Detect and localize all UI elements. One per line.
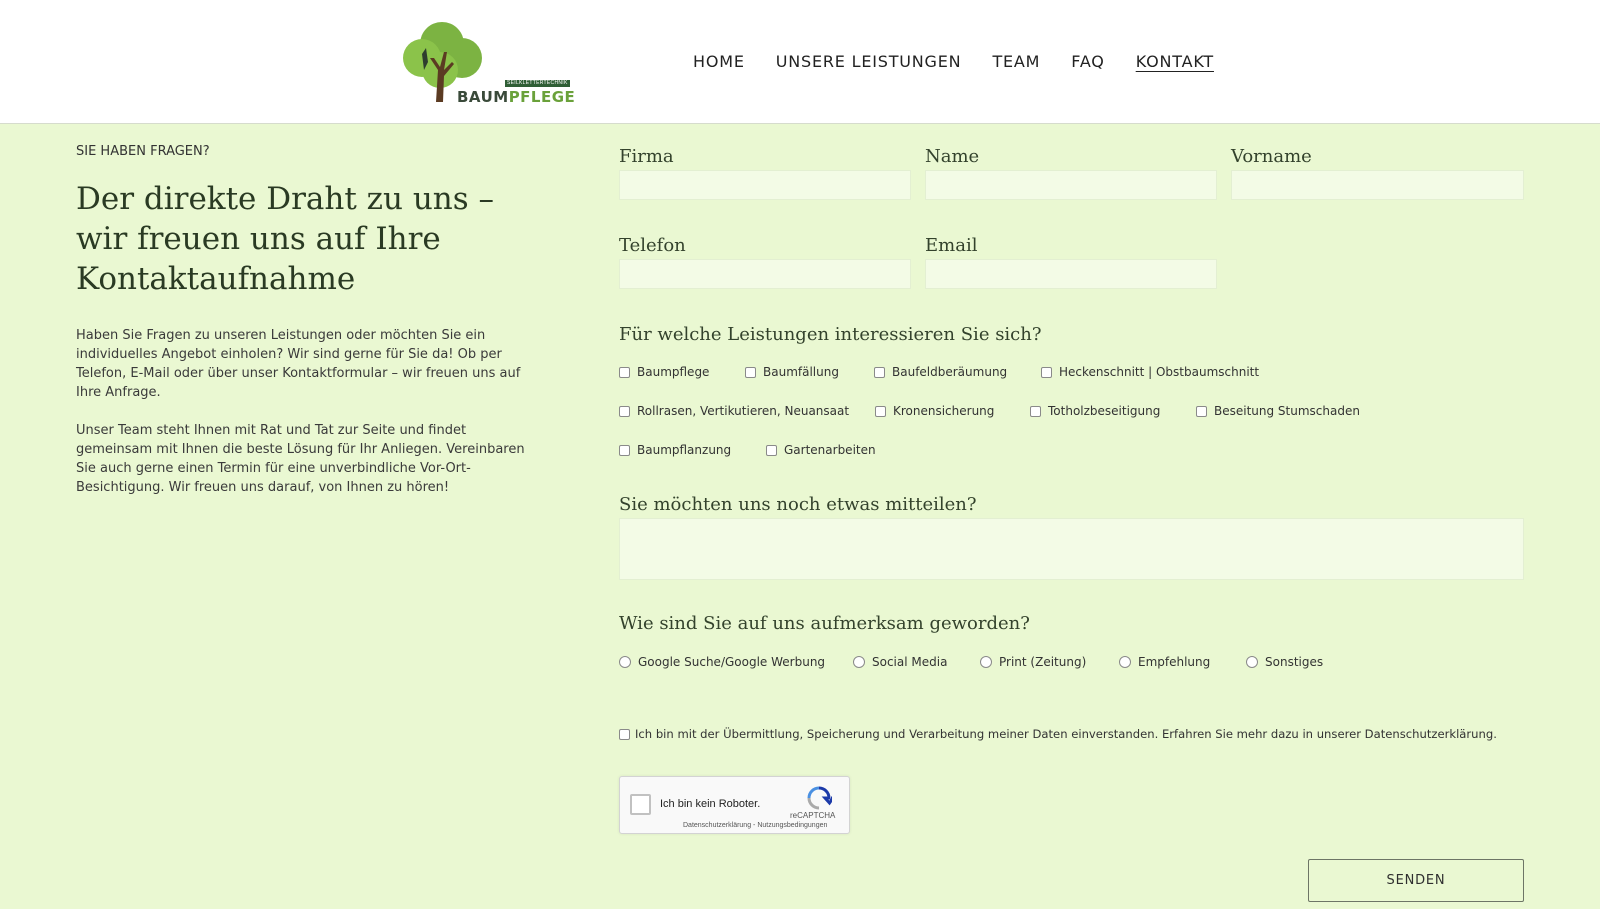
service-label: Gartenarbeiten bbox=[784, 443, 876, 457]
service-label: Baufeldberäumung bbox=[892, 365, 1008, 379]
intro-section: SIE HABEN FRAGEN? Der direkte Draht zu u… bbox=[76, 140, 546, 495]
checkbox[interactable] bbox=[619, 444, 630, 456]
source-label: Print (Zeitung) bbox=[999, 655, 1087, 669]
logo-tagline: SEILKLETTERTECHNIK bbox=[505, 80, 570, 87]
service-label: Beseitung Stumschaden bbox=[1214, 404, 1360, 418]
source-option[interactable]: Print (Zeitung) bbox=[980, 655, 1086, 669]
label-vorname: Vorname bbox=[1231, 146, 1312, 167]
service-label: Heckenschnitt | Obstbaumschnitt bbox=[1059, 365, 1260, 379]
radio-button[interactable] bbox=[1246, 656, 1258, 668]
vorname-input[interactable] bbox=[1231, 170, 1524, 200]
page-headline: Der direkte Draht zu uns – wir freuen un… bbox=[76, 181, 495, 297]
source-question: Wie sind Sie auf uns aufmerksam geworden… bbox=[619, 613, 1030, 634]
radio-button[interactable] bbox=[619, 656, 631, 668]
source-option[interactable]: Sonstiges bbox=[1246, 655, 1323, 669]
nav-team[interactable]: TEAM bbox=[992, 50, 1040, 74]
label-firma: Firma bbox=[619, 146, 674, 167]
source-label: Social Media bbox=[872, 655, 948, 669]
radio-button[interactable] bbox=[853, 656, 865, 668]
checkbox[interactable] bbox=[1041, 366, 1052, 378]
email-input[interactable] bbox=[925, 259, 1217, 289]
firma-input[interactable] bbox=[619, 170, 911, 200]
service-option[interactable]: Kronensicherung bbox=[875, 404, 994, 418]
recaptcha-widget: Ich bin kein Roboter. reCAPTCHA Datensch… bbox=[619, 776, 850, 834]
checkbox[interactable] bbox=[874, 366, 885, 378]
checkbox[interactable] bbox=[1030, 405, 1041, 417]
source-label: Sonstiges bbox=[1265, 655, 1324, 669]
service-label: Baumpflege bbox=[637, 365, 710, 379]
label-telefon: Telefon bbox=[619, 235, 686, 256]
service-label: Baumpflanzung bbox=[637, 443, 732, 457]
message-textarea[interactable] bbox=[619, 518, 1524, 580]
service-label: Baumfällung bbox=[763, 365, 839, 379]
checkbox[interactable] bbox=[766, 444, 777, 456]
site-header: SEILKLETTERTECHNIK BAUMPFLEGE HOME UNSER… bbox=[0, 0, 1600, 124]
service-option[interactable]: Beseitung Stumschaden bbox=[1196, 404, 1360, 418]
intro-paragraph-2: Unser Team steht Ihnen mit Rat und Tat z… bbox=[76, 423, 525, 495]
nav-home[interactable]: HOME bbox=[693, 50, 745, 74]
service-option[interactable]: Baufeldberäumung bbox=[874, 365, 1007, 379]
service-option[interactable]: Baumpflanzung bbox=[619, 443, 731, 457]
message-question: Sie möchten uns noch etwas mitteilen? bbox=[619, 494, 977, 515]
logo-word-baum: BAUM bbox=[457, 88, 509, 106]
eyebrow-text: SIE HABEN FRAGEN? bbox=[76, 144, 210, 159]
nav-faq[interactable]: FAQ bbox=[1071, 50, 1104, 74]
logo-wordmark: BAUMPFLEGE bbox=[457, 88, 575, 106]
consent-text: Ich bin mit der Übermittlung, Speicherun… bbox=[635, 727, 1497, 741]
source-label: Google Suche/Google Werbung bbox=[638, 655, 826, 669]
checkbox[interactable] bbox=[619, 405, 630, 417]
service-option[interactable]: Totholzbeseitigung bbox=[1030, 404, 1160, 418]
site-logo[interactable]: SEILKLETTERTECHNIK BAUMPFLEGE bbox=[400, 18, 575, 108]
services-question: Für welche Leistungen interessieren Sie … bbox=[619, 324, 1042, 345]
send-button[interactable]: SENDEN bbox=[1308, 859, 1524, 902]
recaptcha-logo-icon bbox=[807, 786, 832, 810]
service-option[interactable]: Heckenschnitt | Obstbaumschnitt bbox=[1041, 365, 1259, 379]
source-option[interactable]: Empfehlung bbox=[1119, 655, 1210, 669]
source-label: Empfehlung bbox=[1138, 655, 1211, 669]
service-option[interactable]: Baumpflege bbox=[619, 365, 709, 379]
recaptcha-links[interactable]: Datenschutzerklärung - Nutzungsbedingung… bbox=[683, 822, 827, 829]
radio-button[interactable] bbox=[1119, 656, 1131, 668]
source-option[interactable]: Social Media bbox=[853, 655, 947, 669]
service-label: Totholzbeseitigung bbox=[1048, 404, 1161, 418]
checkbox[interactable] bbox=[875, 405, 886, 417]
consent-checkbox[interactable] bbox=[619, 728, 630, 740]
service-option[interactable]: Rollrasen, Vertikutieren, Neuansaat bbox=[619, 404, 849, 418]
consent-option[interactable]: Ich bin mit der Übermittlung, Speicherun… bbox=[619, 727, 1497, 741]
nav-kontakt[interactable]: KONTAKT bbox=[1136, 50, 1214, 74]
checkbox[interactable] bbox=[745, 366, 756, 378]
nav-leistungen[interactable]: UNSERE LEISTUNGEN bbox=[776, 50, 962, 74]
service-label: Kronensicherung bbox=[893, 404, 995, 418]
radio-button[interactable] bbox=[980, 656, 992, 668]
service-option[interactable]: Gartenarbeiten bbox=[766, 443, 876, 457]
label-email: Email bbox=[925, 235, 978, 256]
intro-paragraph-1: Haben Sie Fragen zu unseren Leistungen o… bbox=[76, 328, 521, 400]
checkbox[interactable] bbox=[619, 366, 630, 378]
label-name: Name bbox=[925, 146, 980, 167]
checkbox[interactable] bbox=[1196, 405, 1207, 417]
recaptcha-checkbox[interactable] bbox=[630, 794, 651, 815]
source-option[interactable]: Google Suche/Google Werbung bbox=[619, 655, 825, 669]
service-label: Rollrasen, Vertikutieren, Neuansaat bbox=[637, 404, 850, 418]
telefon-input[interactable] bbox=[619, 259, 911, 289]
recaptcha-label: Ich bin kein Roboter. bbox=[660, 798, 761, 810]
main-nav: HOME UNSERE LEISTUNGEN TEAM FAQ KONTAKT bbox=[693, 50, 1245, 74]
logo-word-pflege: PFLEGE bbox=[508, 88, 576, 106]
recaptcha-brand: reCAPTCHA bbox=[790, 811, 836, 820]
name-input[interactable] bbox=[925, 170, 1217, 200]
service-option[interactable]: Baumfällung bbox=[745, 365, 839, 379]
